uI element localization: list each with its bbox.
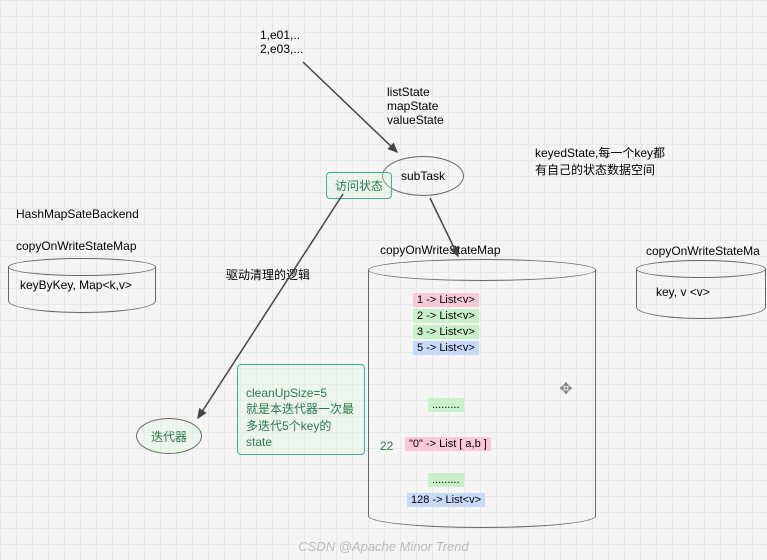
subtask-node: subTask bbox=[382, 156, 464, 196]
iterator-label: 迭代器 bbox=[151, 428, 187, 445]
input-data-label: 1,e01,.. 2,e03,... bbox=[260, 28, 303, 56]
entry-128: 128 -> List<v> bbox=[407, 493, 485, 507]
cleanup-box: cleanUpSize=5 就是本迭代器一次最 多迭代5个key的state bbox=[237, 364, 365, 455]
subtask-label: subTask bbox=[401, 169, 445, 183]
entry-dots2: ......... bbox=[428, 473, 464, 487]
move-cursor-icon: ✥ bbox=[558, 382, 574, 398]
keyed-state-label: keyedState,每一个key都 有自己的状态数据空间 bbox=[535, 144, 665, 178]
drive-logic-label: 驱动清理的逻辑 bbox=[226, 266, 310, 283]
left-map-content: keyByKey, Map<k,v> bbox=[20, 278, 132, 292]
right-map-title: copyOnWriteStateMa bbox=[646, 244, 760, 258]
entry-0: "0" -> List [ a,b ] bbox=[405, 437, 491, 451]
entry-dots1: ......... bbox=[428, 398, 464, 412]
state-types-label: listState mapState valueState bbox=[387, 85, 444, 127]
center-map-title: copyOnWriteStateMap bbox=[380, 243, 501, 257]
visit-state-label: 访问状态 bbox=[335, 179, 383, 193]
entry-1: 1 -> List<v> bbox=[413, 293, 479, 307]
watermark-label: CSDN @Apache Minor Trend bbox=[0, 539, 767, 554]
left-map-title: copyOnWriteStateMap bbox=[16, 239, 137, 253]
iterator-node: 迭代器 bbox=[136, 418, 202, 454]
entry-3: 3 -> List<v> bbox=[413, 325, 479, 339]
entry-5: 5 -> List<v> bbox=[413, 341, 479, 355]
entry-2: 2 -> List<v> bbox=[413, 309, 479, 323]
cleanup-label: cleanUpSize=5 就是本迭代器一次最 多迭代5个key的state bbox=[246, 386, 354, 449]
entry-22-num: 22 bbox=[380, 439, 393, 453]
right-map-content: key, v <v> bbox=[656, 285, 710, 299]
backend-label: HashMapSateBackend bbox=[16, 207, 139, 221]
visit-state-box: 访问状态 bbox=[326, 172, 392, 199]
